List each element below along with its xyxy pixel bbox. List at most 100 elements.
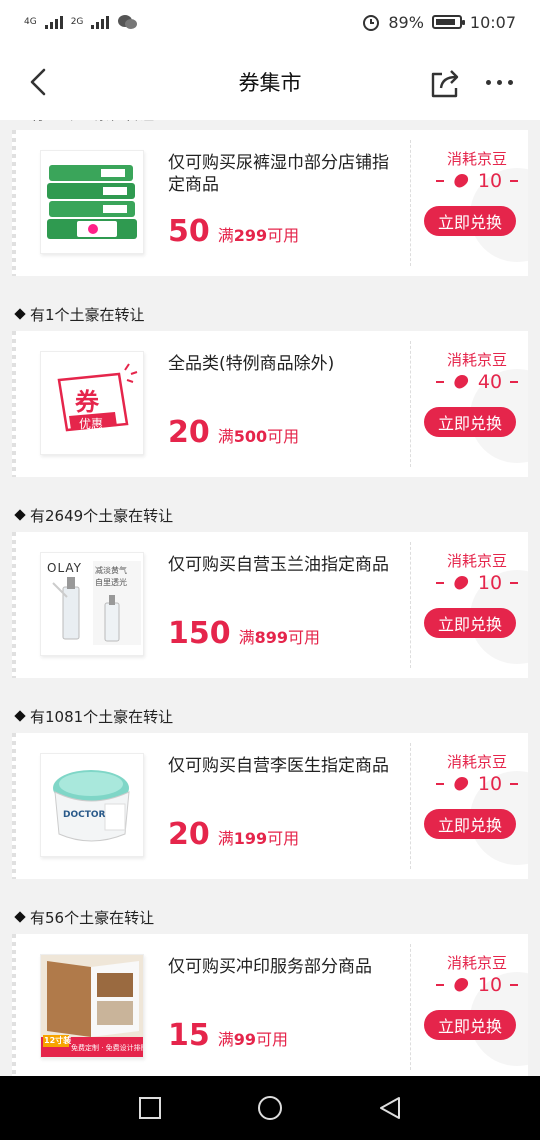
cost-label: 消耗京豆	[446, 954, 507, 972]
coupon-description: 仅可购买自营玉兰油指定商品	[168, 555, 389, 575]
dash-decor	[510, 381, 519, 383]
product-image	[52, 577, 120, 642]
jingdou-bean-icon	[454, 777, 468, 791]
product-thumbnail[interactable]: 12寸装 免费定制 · 免费设计排版	[40, 954, 144, 1058]
cost-value: 10	[477, 773, 503, 795]
condition-suffix: 可用	[267, 226, 300, 245]
signal-icon	[44, 15, 63, 29]
dash-decor	[510, 582, 519, 584]
condition-suffix: 可用	[267, 427, 300, 446]
section-header-text: 有86个土豪在转让	[30, 120, 154, 124]
coupon-card[interactable]: 12寸装 免费定制 · 免费设计排版 仅可购买冲印服务部分商品 15 满99可用…	[12, 934, 528, 1076]
dash-decor	[435, 582, 444, 584]
product-image	[47, 165, 137, 239]
cost-value: 10	[477, 974, 503, 996]
back-icon[interactable]	[24, 66, 54, 98]
condition-value: 299	[233, 226, 268, 245]
status-bar: 4G 2G 89% 10:07	[0, 0, 540, 44]
product-thumbnail[interactable]: 券 优惠	[40, 351, 144, 455]
coupon-section: 有86个土豪在转让 仅可购买尿裤湿巾部分店铺指定商品 50 满299可用 消耗京…	[0, 120, 540, 276]
dash-decor	[435, 783, 444, 785]
coupon-amount-row: 20 满199可用	[168, 817, 299, 852]
share-icon[interactable]	[428, 66, 462, 100]
page-title: 券集市	[238, 71, 302, 95]
coupon-card[interactable]: OLAY 减淡黄气 自里透光 仅可购买自营玉兰油指定商品 150 满899可用 …	[12, 532, 528, 678]
triangle-back-icon[interactable]	[378, 1096, 402, 1120]
bullet-icon	[14, 911, 26, 923]
coupon-description: 全品类(特例商品除外)	[168, 354, 335, 374]
jingdou-bean-icon	[454, 978, 468, 992]
product-thumbnail[interactable]	[40, 150, 144, 254]
coupon-condition: 满899可用	[239, 624, 320, 648]
battery-icon	[431, 15, 465, 29]
coupon-subtext: 优惠	[79, 417, 104, 431]
jingdou-bean-icon	[454, 375, 468, 389]
more-icon[interactable]	[486, 76, 518, 88]
coupon-description: 仅可购买冲印服务部分商品	[168, 957, 372, 977]
nav-bar: 券集市	[0, 44, 540, 120]
coupon-amount-row: 15 满99可用	[168, 1018, 288, 1053]
redeem-button[interactable]: 立即兑换	[424, 809, 516, 839]
section-header-text: 有1081个土豪在转让	[30, 707, 174, 726]
coupon-condition: 满99可用	[218, 1026, 288, 1050]
condition-suffix: 可用	[256, 1030, 289, 1049]
promo-text: 免费定制 · 免费设计排版	[71, 1044, 144, 1052]
coupon-card[interactable]: DOCTOR 仅可购买自营李医生指定商品 20 满199可用 消耗京豆 10 立…	[12, 733, 528, 879]
condition-value: 500	[233, 427, 268, 446]
cost-value: 40	[477, 371, 503, 393]
cost-value: 10	[477, 572, 503, 594]
condition-prefix: 满	[217, 226, 234, 245]
cost-label: 消耗京豆	[446, 753, 507, 771]
coupon-card[interactable]: 仅可购买尿裤湿巾部分店铺指定商品 50 满299可用 消耗京豆 10 立即兑换	[12, 130, 528, 276]
section-header: 有2649个土豪在转让	[0, 500, 540, 530]
square-icon[interactable]	[138, 1096, 162, 1120]
product-image	[53, 770, 130, 842]
cost-label: 消耗京豆	[446, 552, 507, 570]
coupon-amount-row: 150 满899可用	[168, 616, 320, 651]
cost-row: 40	[422, 371, 532, 393]
redeem-button[interactable]: 立即兑换	[424, 1010, 516, 1040]
network-type-2: 2G	[70, 16, 84, 27]
coupon-amount: 15	[168, 1018, 210, 1053]
dash-decor	[435, 381, 444, 383]
coupon-amount: 50	[168, 214, 210, 249]
section-header-text: 有56个土豪在转让	[30, 908, 155, 927]
dash-decor	[510, 180, 519, 182]
status-left: 4G 2G	[24, 14, 138, 30]
bullet-icon	[14, 308, 26, 320]
jingdou-bean-icon	[454, 576, 468, 590]
jingdou-bean-icon	[454, 174, 468, 188]
circle-icon[interactable]	[258, 1096, 282, 1120]
coupon-condition: 满199可用	[218, 825, 299, 849]
condition-suffix: 可用	[288, 628, 321, 647]
wechat-icon	[118, 15, 138, 29]
coupon-amount: 20	[168, 817, 210, 852]
signal-icon	[91, 15, 110, 29]
section-header: 有86个土豪在转让	[0, 120, 540, 128]
coupon-condition: 满500可用	[218, 423, 299, 447]
cost-row: 10	[422, 572, 532, 594]
redeem-button[interactable]: 立即兑换	[424, 407, 516, 437]
coupon-list[interactable]: 有86个土豪在转让 仅可购买尿裤湿巾部分店铺指定商品 50 满299可用 消耗京…	[0, 120, 540, 1076]
product-thumbnail[interactable]: OLAY 减淡黄气 自里透光	[40, 552, 144, 656]
condition-suffix: 可用	[267, 829, 300, 848]
product-thumbnail[interactable]: DOCTOR	[40, 753, 144, 857]
condition-prefix: 满	[217, 829, 234, 848]
coupon-section: 有1081个土豪在转让 DOCTOR 仅可购买自营李医生指定商品 20 满199…	[0, 701, 540, 879]
condition-value: 99	[233, 1030, 257, 1049]
coupon-card[interactable]: 券 优惠 全品类(特例商品除外) 20 满500可用 消耗京豆 40 立即兑换	[12, 331, 528, 477]
coupon-description: 仅可购买尿裤湿巾部分店铺指定商品	[168, 153, 389, 195]
redeem-button[interactable]: 立即兑换	[424, 206, 516, 236]
badge-text: 12寸装	[44, 1036, 72, 1045]
brand-text: DOCTOR	[63, 810, 106, 820]
coupon-section: 有1个土豪在转让 券 优惠 全品类(特例商品除外) 20 满500可用 消耗京豆…	[0, 299, 540, 477]
cost-label: 消耗京豆	[446, 150, 507, 168]
dash-decor	[435, 180, 444, 182]
coupon-section: 有2649个土豪在转让 OLAY 减淡黄气 自里透光 仅可购买自营玉兰油指定商品…	[0, 500, 540, 678]
redeem-button[interactable]: 立即兑换	[424, 608, 516, 638]
coupon-condition: 满299可用	[218, 222, 299, 246]
dash-decor	[510, 984, 519, 986]
condition-value: 899	[254, 628, 289, 647]
condition-prefix: 满	[217, 1030, 234, 1049]
dash-decor	[435, 984, 444, 986]
